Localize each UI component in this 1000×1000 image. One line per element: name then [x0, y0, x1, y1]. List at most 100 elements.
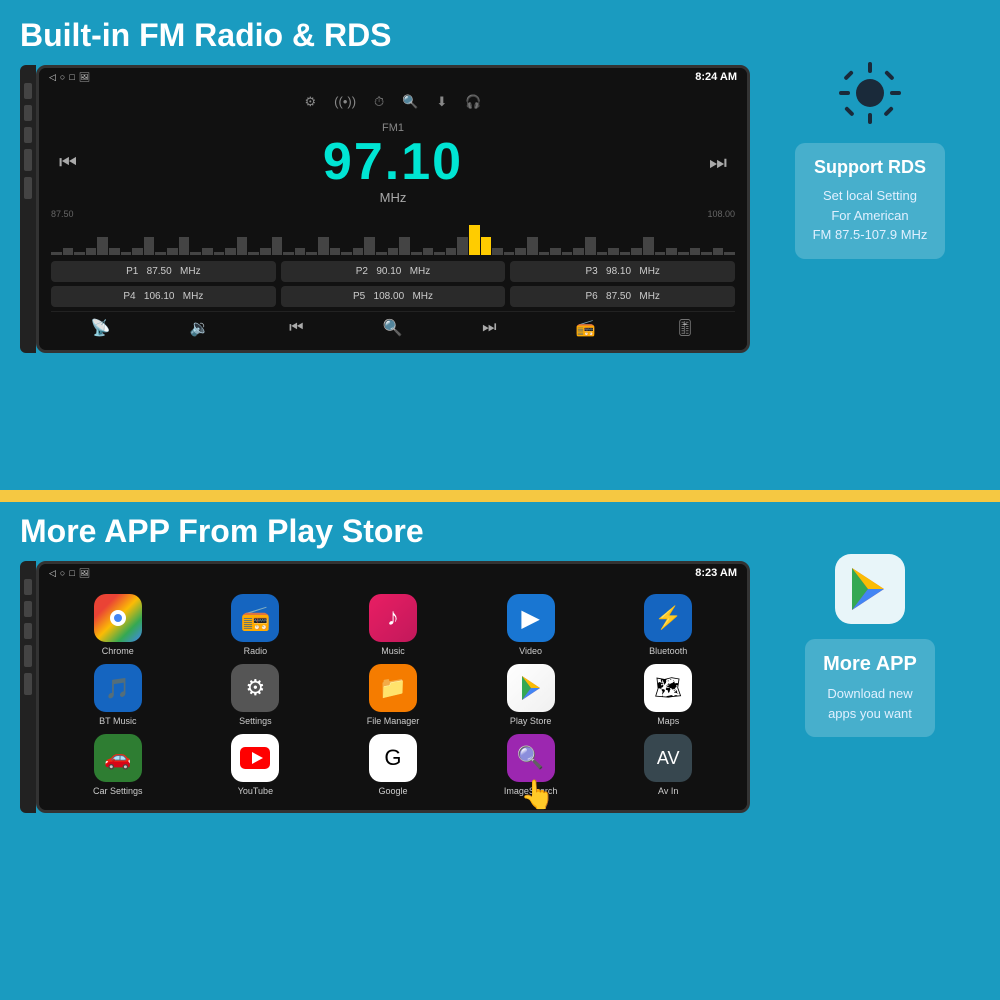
music-app-icon: ♪	[369, 594, 417, 642]
power-btn[interactable]	[24, 83, 32, 99]
spectrum-left-label: 87.50	[51, 209, 74, 219]
imagesearch-app-icon: 🔍	[507, 734, 555, 782]
app-item-google[interactable]: G Google	[328, 734, 458, 796]
video-app-icon: ▶	[507, 594, 555, 642]
radio-label: Radio	[244, 646, 268, 656]
bottom-bg: More APP From Play Store ◁ ○ □	[0, 502, 1000, 1000]
app-item-music[interactable]: ♪ Music	[328, 594, 458, 656]
preset-row-1: P1 87.50 MHzP2 90.10 MHzP3 98.10 MHz	[51, 261, 735, 282]
carsettings-label: Car Settings	[93, 786, 143, 796]
home-btn[interactable]	[24, 105, 32, 121]
back-btn[interactable]	[24, 127, 32, 143]
spectrum-bar	[341, 252, 352, 255]
fm-prev-button[interactable]: ⏮	[59, 152, 77, 175]
skip-back-icon[interactable]: ⏮	[289, 319, 303, 337]
spectrum-bar	[295, 248, 306, 256]
app-item-youtube[interactable]: YouTube	[191, 734, 321, 796]
vol-up-btn[interactable]	[24, 149, 32, 171]
app-vol-up-btn[interactable]	[24, 645, 32, 667]
spectrum-bar	[539, 252, 550, 255]
spectrum-bar	[457, 237, 468, 255]
app-home-btn[interactable]	[24, 601, 32, 617]
app-item-maps[interactable]: 🗺 Maps	[603, 664, 733, 726]
app-screen: Chrome 📻 Radio ♪	[39, 582, 747, 810]
preset-button[interactable]: P2 90.10 MHz	[281, 261, 506, 282]
top-right-panel: Support RDS Set local SettingFor America…	[760, 18, 980, 259]
fm-next-button[interactable]: ⏭	[709, 152, 727, 175]
preset-button[interactable]: P3 98.10 MHz	[510, 261, 735, 282]
volume-icon[interactable]: 🔉	[190, 318, 210, 338]
app-circle-icon: ○	[60, 568, 65, 578]
app-item-radio[interactable]: 📻 Radio	[191, 594, 321, 656]
app-item-video[interactable]: ▶ Video	[466, 594, 596, 656]
preset-button[interactable]: P5 108.00 MHz	[281, 286, 506, 307]
spectrum-bar	[666, 248, 677, 256]
spectrum-bar	[713, 248, 724, 256]
app-item-avin[interactable]: AV Av In	[603, 734, 733, 796]
spectrum-bar	[283, 252, 294, 255]
app-item-carsettings[interactable]: 🚗 Car Settings	[53, 734, 183, 796]
skip-fwd-icon[interactable]: ⏭	[482, 319, 496, 337]
timer-icon: ⏱	[374, 94, 384, 110]
spectrum-bar	[643, 237, 654, 255]
spectrum-bar	[376, 252, 387, 255]
moreapp-description: Download newapps you want	[823, 684, 917, 723]
app-status-icons: ◁ ○ □ 🖼	[49, 568, 90, 579]
spectrum-bar	[260, 248, 271, 256]
fm-controls: 📡 🔉 ⏮ 🔍 ⏭ 📻 🎚	[51, 311, 735, 342]
preset-button[interactable]: P1 87.50 MHz	[51, 261, 276, 282]
settings-icon[interactable]: ⚙	[305, 94, 317, 110]
app-item-btmusic[interactable]: 🎵 BT Music	[53, 664, 183, 726]
search-icon[interactable]: 🔍	[402, 94, 418, 110]
app-item-settings[interactable]: ⚙ Settings	[191, 664, 321, 726]
carsettings-app-icon: 🚗	[94, 734, 142, 782]
radio-icon[interactable]: 📻	[576, 318, 596, 338]
fm-status-icons: ◁ ○ □ 🖼	[49, 72, 90, 83]
equalizer-icon[interactable]: 🎚	[675, 318, 695, 338]
vol-down-btn[interactable]	[24, 177, 32, 199]
bluetooth-label: Bluetooth	[649, 646, 687, 656]
fm-time: 8:24 AM	[695, 71, 737, 83]
google-label: Google	[378, 786, 407, 796]
bottom-right-panel: More APP Download newapps you want	[760, 514, 980, 737]
cast-icon[interactable]: 📡	[91, 318, 111, 338]
spectrum-bar	[631, 248, 642, 256]
fm-icons-row: ⚙ ((•)) ⏱ 🔍 ⬇ 🎧	[51, 94, 735, 110]
app-item-chrome[interactable]: Chrome	[53, 594, 183, 656]
video-label: Video	[519, 646, 542, 656]
spectrum-bar	[63, 248, 74, 256]
rds-info-card: Support RDS Set local SettingFor America…	[795, 143, 946, 259]
yellow-divider	[0, 490, 1000, 502]
spectrum-bar	[399, 237, 410, 255]
app-item-imagesearch[interactable]: 🔍 ImageSearch 👆	[466, 734, 596, 796]
google-app-icon: G	[369, 734, 417, 782]
spectrum-bar	[608, 248, 619, 256]
search-freq-icon[interactable]: 🔍	[383, 318, 403, 338]
preset-button[interactable]: P4 106.10 MHz	[51, 286, 276, 307]
app-vol-down-btn[interactable]	[24, 673, 32, 695]
chrome-label: Chrome	[102, 646, 134, 656]
spectrum-bar	[411, 252, 422, 255]
app-item-bluetooth[interactable]: ⚡ Bluetooth	[603, 594, 733, 656]
spectrum-bar	[109, 248, 120, 256]
app-power-btn[interactable]	[24, 579, 32, 595]
app-item-playstore[interactable]: Play Store	[466, 664, 596, 726]
rds-description: Set local SettingFor AmericanFM 87.5-107…	[813, 186, 928, 245]
spectrum-bar	[446, 248, 457, 256]
spectrum-bar	[51, 252, 62, 255]
app-item-files[interactable]: 📁 File Manager	[328, 664, 458, 726]
playstore-app-icon	[507, 664, 555, 712]
side-buttons	[20, 65, 36, 353]
playstore-logo-icon	[835, 554, 905, 624]
btmusic-app-icon: 🎵	[94, 664, 142, 712]
app-back-btn[interactable]	[24, 623, 32, 639]
spectrum-bar	[620, 252, 631, 255]
preset-button[interactable]: P6 87.50 MHz	[510, 286, 735, 307]
fm-device-frame: ◁ ○ □ 🖼 8:24 AM ⚙ ((•)) ⏱ 🔍 ⬇ 🎧	[36, 65, 750, 353]
spectrum-bar	[318, 237, 329, 255]
bottom-section: More APP From Play Store ◁ ○ □	[0, 502, 1000, 1000]
spectrum-bar	[690, 248, 701, 256]
spectrum-bar	[434, 252, 445, 255]
spectrum-bar	[678, 252, 689, 255]
spectrum-bar	[364, 237, 375, 255]
